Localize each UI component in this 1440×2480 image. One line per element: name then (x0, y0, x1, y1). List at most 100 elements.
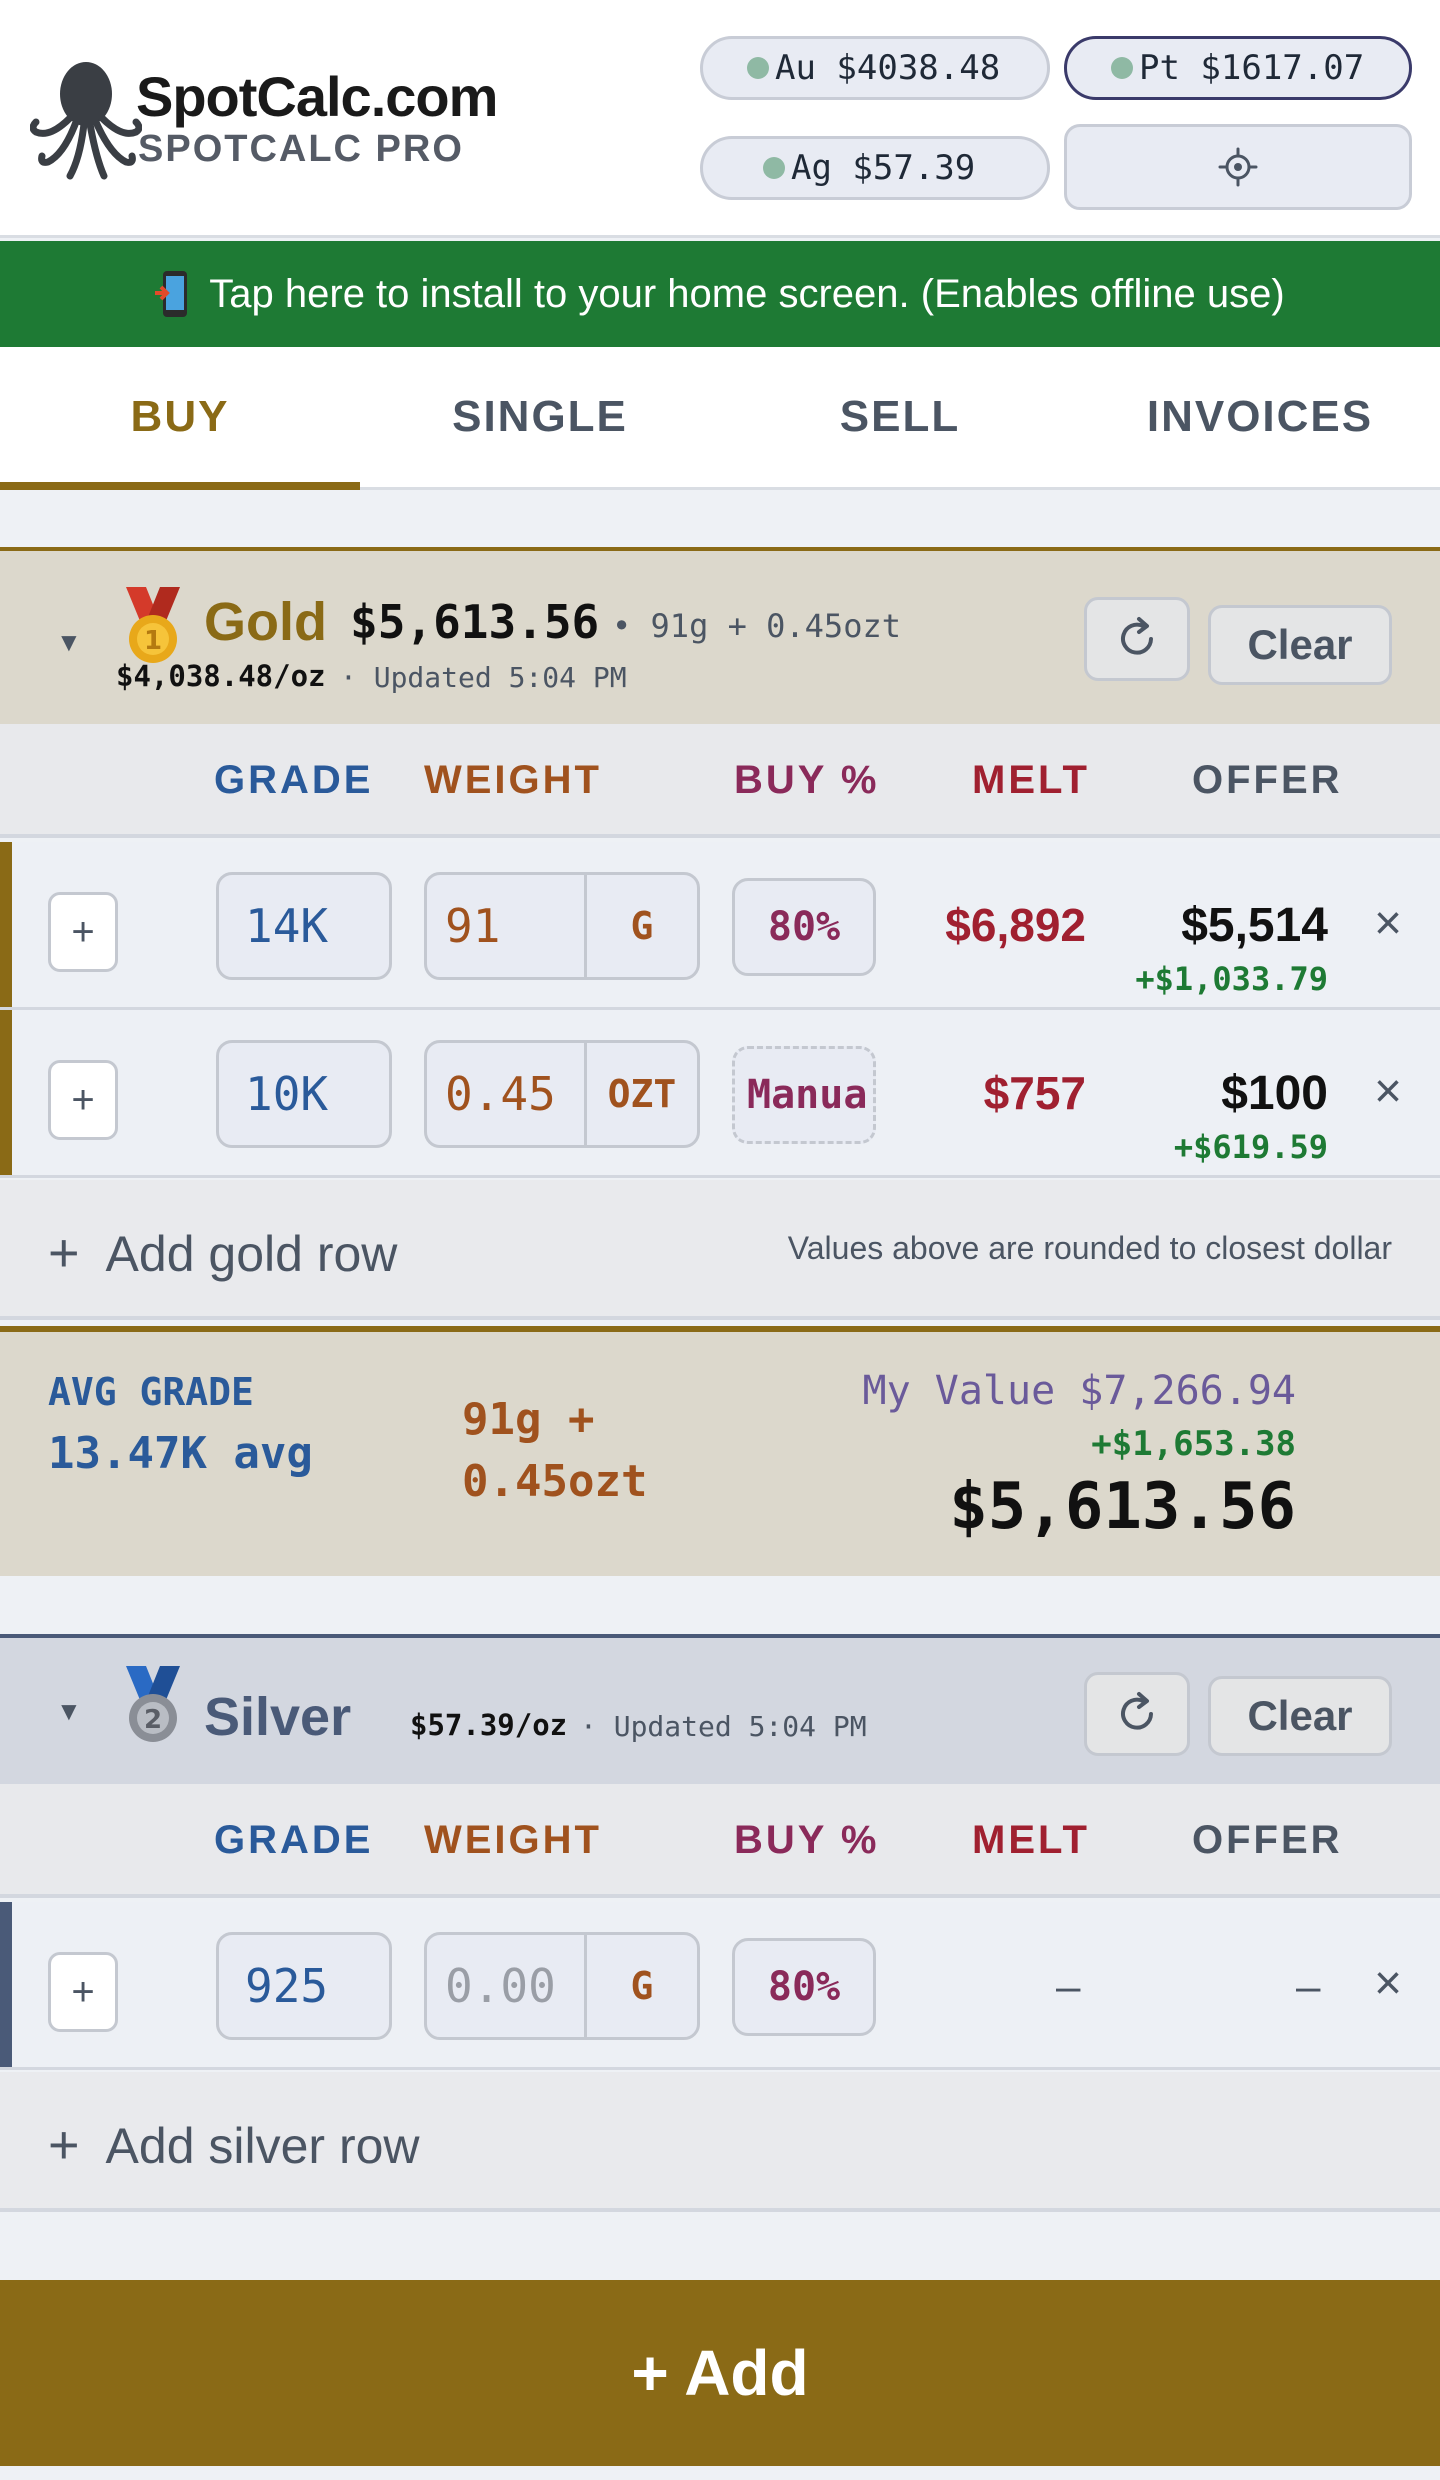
col-offer: OFFER (1192, 1818, 1343, 1862)
offer-value: $100 (1221, 1067, 1328, 1120)
unit-toggle[interactable]: OZT (587, 1043, 697, 1145)
gold-updated: · Updated 5:04 PM (340, 661, 627, 694)
weight-field: 91 G (424, 872, 700, 980)
gold-weight-summary: • 91g + 0.45ozt (612, 607, 901, 645)
col-grade: GRADE (214, 1818, 374, 1862)
status-dot-icon (1111, 57, 1133, 79)
remove-row-button[interactable]: × (1374, 1956, 1402, 2011)
unit-toggle[interactable]: G (587, 875, 697, 977)
col-buy: BUY % (734, 1818, 880, 1862)
remove-row-button[interactable]: × (1374, 1064, 1402, 1119)
spot-au-text: Au $4038.48 (775, 48, 1001, 88)
silver-updated: · Updated 5:04 PM (580, 1710, 867, 1743)
silver-column-headers: GRADE WEIGHT BUY % MELT OFFER (0, 1784, 1440, 1898)
grade-select[interactable]: 925 (216, 1932, 392, 2040)
avg-grade-label: AVG GRADE (48, 1370, 254, 1414)
phone-icon (155, 271, 188, 317)
gold-title: Gold (204, 592, 327, 652)
col-buy: BUY % (734, 758, 880, 802)
spot-pill-au[interactable]: Au $4038.48 (700, 36, 1050, 100)
offer-diff: +$619.59 (1173, 1128, 1328, 1166)
weight-field: 0.00 G (424, 1932, 700, 2040)
spot-pill-ag[interactable]: Ag $57.39 (700, 136, 1050, 200)
refresh-icon (1121, 617, 1153, 655)
offer-value: $5,514 (1181, 899, 1328, 952)
refresh-icon (1121, 1692, 1153, 1730)
add-gold-row-button[interactable]: + Add gold row (48, 1222, 397, 1284)
table-row: + 14K 91 G 80% $6,892 $5,514 +$1,033.79 … (0, 842, 1440, 1010)
gold-summary: AVG GRADE 13.47K avg 91g + 0.45ozt My Va… (0, 1326, 1440, 1576)
app-header: SpotCalc.com SPOTCALC PRO Au $4038.48 Pt… (0, 0, 1440, 238)
tab-single[interactable]: SINGLE (360, 347, 720, 487)
gold-summary-total: $5,613.56 (949, 1470, 1296, 1544)
grade-select[interactable]: 10K (216, 1040, 392, 1148)
brand-name: SpotCalc.com (136, 65, 498, 128)
gold-section-header[interactable]: ▼ 1 Gold $5,613.56 • 91g + 0.45ozt $4,03… (0, 547, 1440, 724)
gold-clear-button[interactable]: Clear (1208, 605, 1392, 685)
col-weight: WEIGHT (424, 1818, 602, 1862)
buy-percent-select[interactable]: 80% (732, 1938, 876, 2036)
add-silver-row-button[interactable]: + Add silver row (48, 2114, 420, 2176)
col-melt: MELT (972, 758, 1090, 802)
col-grade: GRADE (214, 758, 374, 802)
buy-percent-select[interactable]: 80% (732, 878, 876, 976)
remove-row-button[interactable]: × (1374, 896, 1402, 951)
summary-weight-line2: 0.45ozt (462, 1456, 648, 1507)
spot-pill-pt[interactable]: Pt $1617.07 (1064, 36, 1412, 100)
install-banner[interactable]: Tap here to install to your home screen.… (0, 241, 1440, 347)
row-accent (0, 1902, 12, 2067)
add-button[interactable]: + Add (0, 2280, 1440, 2466)
collapse-caret-icon[interactable]: ▼ (56, 1696, 82, 1727)
row-accent (0, 1010, 12, 1175)
plus-icon: + (48, 1223, 80, 1283)
silver-clear-button[interactable]: Clear (1208, 1676, 1392, 1756)
melt-value: – (1056, 1962, 1081, 2011)
collapse-caret-icon[interactable]: ▼ (56, 627, 82, 658)
grade-select[interactable]: 14K (216, 872, 392, 980)
tab-buy[interactable]: BUY (0, 347, 360, 490)
spot-pt-text: Pt $1617.07 (1139, 48, 1365, 88)
brand-subtitle: SPOTCALC PRO (138, 128, 464, 170)
melt-value: $757 (983, 1067, 1086, 1119)
melt-value: $6,892 (945, 899, 1086, 951)
silver-title: Silver (204, 1687, 352, 1747)
col-offer: OFFER (1192, 758, 1343, 802)
spot-ag-text: Ag $57.39 (791, 148, 976, 188)
tab-sell[interactable]: SELL (720, 347, 1080, 487)
table-row: + 925 0.00 G 80% – – × (0, 1902, 1440, 2070)
unit-toggle[interactable]: G (587, 1935, 697, 2037)
gold-refresh-button[interactable] (1084, 597, 1190, 681)
svg-text:2: 2 (144, 1705, 162, 1735)
offer-diff: +$1,033.79 (1135, 960, 1328, 998)
silver-spot-price: $57.39/oz (410, 1708, 568, 1742)
status-dot-icon (747, 57, 769, 79)
my-value-diff: +$1,653.38 (1091, 1424, 1296, 1464)
expand-row-button[interactable]: + (48, 1060, 118, 1140)
weight-input[interactable]: 91 (427, 875, 587, 977)
expand-row-button[interactable]: + (48, 892, 118, 972)
gold-total: $5,613.56 (350, 595, 600, 649)
install-banner-text: Tap here to install to your home screen.… (209, 271, 1285, 316)
silver-section-header[interactable]: ▼ 2 Silver $57.39/oz · Updated 5:04 PM C… (0, 1634, 1440, 1784)
tab-invoices[interactable]: INVOICES (1080, 347, 1440, 487)
table-row: + 10K 0.45 OZT Manua $757 $100 +$619.59 … (0, 1010, 1440, 1178)
silver-medal-icon: 2 (126, 1666, 180, 1742)
gold-medal-icon: 1 (126, 587, 180, 663)
weight-input[interactable]: 0.45 (427, 1043, 587, 1145)
silver-refresh-button[interactable] (1084, 1672, 1190, 1756)
gold-spot-price: $4,038.48/oz (116, 659, 326, 693)
octopus-logo-icon (30, 62, 142, 180)
buy-percent-manual[interactable]: Manua (732, 1046, 876, 1144)
settings-button[interactable] (1064, 124, 1412, 210)
weight-field: 0.45 OZT (424, 1040, 700, 1148)
gear-icon (1218, 147, 1258, 187)
rounding-note: Values above are rounded to closest doll… (787, 1230, 1392, 1266)
expand-row-button[interactable]: + (48, 1952, 118, 2032)
add-silver-row-bar: + Add silver row (0, 2072, 1440, 2212)
gold-column-headers: GRADE WEIGHT BUY % MELT OFFER (0, 724, 1440, 838)
add-gold-row-label: Add gold row (105, 1226, 398, 1282)
col-weight: WEIGHT (424, 758, 602, 802)
weight-input[interactable]: 0.00 (427, 1935, 587, 2037)
my-value: My Value $7,266.94 (862, 1368, 1296, 1414)
tab-bar: BUY SINGLE SELL INVOICES (0, 347, 1440, 490)
